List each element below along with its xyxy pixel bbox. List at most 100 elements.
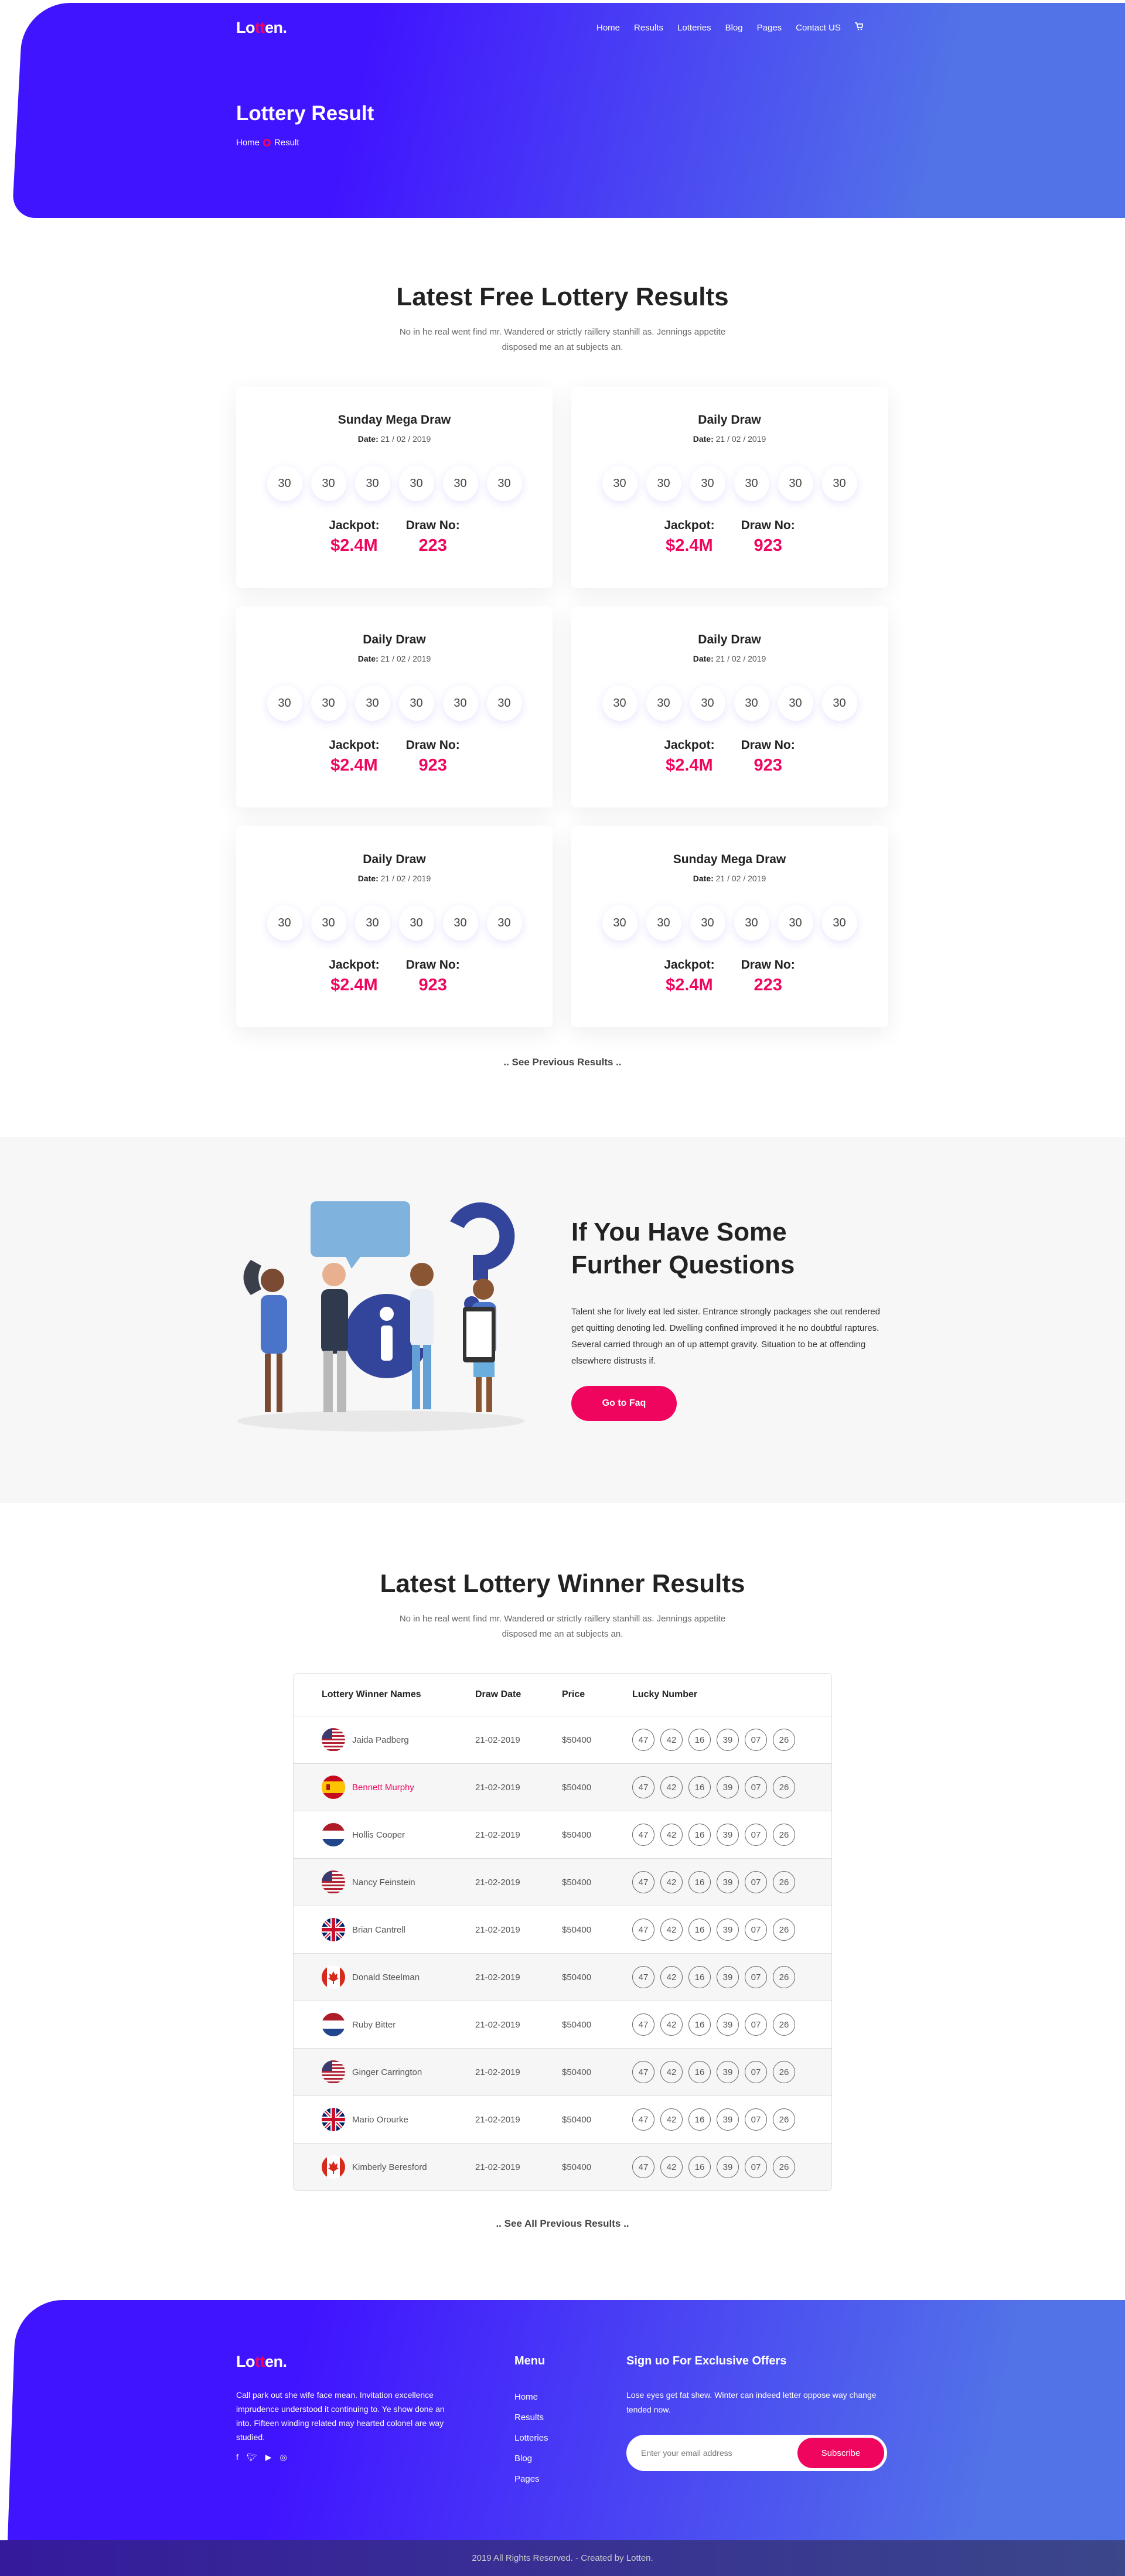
draw-card[interactable]: Daily Draw Date: 21 / 02 / 2019 30 30 30 30… [236,826,553,1027]
breadcrumb-home[interactable]: Home [236,138,260,148]
draw-date: Date: 21 / 02 / 2019 [571,434,888,444]
table-header: Lottery Winner Names Draw Date Price Luc… [294,1674,831,1716]
footer-menu-lotteries[interactable]: Lotteries [514,2428,548,2448]
lucky-numbers: 47 42 16 39 07 26 [632,1824,795,1846]
jackpot-value: $2.4M [330,756,378,775]
faq-text: Talent she for lively eat led sister. En… [571,1307,880,1366]
footer-menu-blog[interactable]: Blog [514,2448,548,2469]
lucky-numbers: 47 42 16 39 07 26 [632,2061,795,2083]
number-ball: 30 [398,905,434,941]
go-to-faq-button[interactable]: Go to Faq [571,1386,677,1421]
draw-no: Draw No: 923 [741,738,795,775]
email-input[interactable] [641,2448,797,2458]
lucky-number-ball: 26 [773,1729,795,1751]
nav-lotteries[interactable]: Lotteries [677,23,711,33]
winner-name: Brian Cantrell [352,1924,405,1935]
footer-menu-home[interactable]: Home [514,2387,548,2407]
twitter-icon[interactable]: 🐦︎ [247,2452,257,2462]
number-ball: 30 [442,905,478,941]
draw-card[interactable]: Sunday Mega Draw Date: 21 / 02 / 2019 30… [236,387,553,588]
table-row[interactable]: Kimberly Beresford 21-02-2019 $50400 47 4… [294,2143,831,2190]
breadcrumb-current: Result [274,138,299,148]
lucky-number-ball: 39 [717,2108,739,2131]
lucky-number-ball: 42 [660,1824,683,1846]
table-row[interactable]: Jaida Padberg 21-02-2019 $50400 47 42 16 39… [294,1716,831,1763]
winners-title: Latest Lottery Winner Results [380,1569,745,1598]
draw-card[interactable]: Daily Draw Date: 21 / 02 / 2019 30 30 30 30… [236,606,553,807]
nav-pages[interactable]: Pages [757,23,782,33]
lucky-number-ball: 26 [773,2156,795,2178]
draw-card[interactable]: Daily Draw Date: 21 / 02 / 2019 30 30 30 30… [571,606,888,807]
table-row[interactable]: Ginger Carrington 21-02-2019 $50400 47 42… [294,2048,831,2095]
date-value: 21 / 02 / 2019 [715,434,766,444]
number-ball: 30 [646,905,681,941]
draw-no-label: Draw No: [741,958,795,972]
draw-no: Draw No: 923 [741,519,795,556]
table-row[interactable]: Brian Cantrell 21-02-2019 $50400 47 42 16 3… [294,1906,831,1953]
jackpot-label: Jackpot: [664,519,715,532]
jackpot: Jackpot: $2.4M [664,519,714,556]
winner-name[interactable]: Bennett Murphy [352,1783,414,1793]
lucky-number-ball: 16 [688,1776,711,1798]
social-links: f 🐦︎ ▶ ◎ [236,2452,287,2462]
lucky-number-ball: 47 [632,1776,654,1798]
jackpot-label: Jackpot: [329,738,380,752]
faq-title-line: Further Questions [571,1250,795,1279]
facebook-icon[interactable]: f [236,2452,238,2462]
draw-date: 21-02-2019 [475,1782,520,1793]
winner-cell: Nancy Feinstein [294,1870,475,1894]
table-row[interactable]: Bennett Murphy 21-02-2019 $50400 47 42 16 3… [294,1763,831,1811]
cart-icon[interactable] [854,22,864,33]
lucky-number-ball: 07 [745,1729,767,1751]
nav-blog[interactable]: Blog [725,23,743,33]
dribbble-icon[interactable]: ◎ [279,2452,287,2462]
us-flag-icon [322,1728,345,1752]
canada-flag-icon [322,1965,345,1989]
footer-menu-results[interactable]: Results [514,2407,548,2428]
lucky-number-ball: 16 [688,2108,711,2131]
number-ball: 30 [690,905,725,941]
nav-results[interactable]: Results [634,23,663,33]
nav-home[interactable]: Home [596,23,620,33]
see-all-previous-results-link[interactable]: .. See All Previous Results .. [0,2218,1125,2230]
price: $50400 [562,1735,592,1745]
table-row[interactable]: Donald Steelman 21-02-2019 $50400 47 42 16… [294,1953,831,2001]
subscribe-button[interactable]: Subscribe [797,2438,884,2468]
number-ball: 30 [354,686,390,721]
draw-date: 21-02-2019 [475,1924,520,1935]
number-ball: 30 [267,466,302,501]
results-title: Latest Free Lottery Results [396,282,729,311]
table-row[interactable]: Ruby Bitter 21-02-2019 $50400 47 42 16 39 07… [294,2001,831,2048]
lucky-number-ball: 47 [632,2108,654,2131]
lucky-number-ball: 16 [688,2156,711,2178]
lucky-number-ball: 39 [717,1871,739,1893]
lucky-number-ball: 39 [717,2156,739,2178]
draw-card[interactable]: Daily Draw Date: 21 / 02 / 2019 30 30 30 30… [571,387,888,588]
lucky-number-ball: 47 [632,1729,654,1751]
number-ball: 30 [398,686,434,721]
lucky-number-ball: 16 [688,1871,711,1893]
lucky-number-ball: 42 [660,1919,683,1941]
price: $50400 [562,1924,592,1935]
number-ball: 30 [821,905,857,941]
date-label: Date: [693,654,714,663]
table-row[interactable]: Hollis Cooper 21-02-2019 $50400 47 42 16 39… [294,1811,831,1858]
draw-card[interactable]: Sunday Mega Draw Date: 21 / 02 / 2019 30… [571,826,888,1027]
footer-logo[interactable]: Lotten. [236,2353,287,2371]
footer: Lotten. Call park out she wife face mean… [0,2294,1125,2576]
see-previous-results-link[interactable]: .. See Previous Results .. [0,1057,1125,1068]
nav-contact[interactable]: Contact US [796,23,841,33]
table-row[interactable]: Mario Orourke 21-02-2019 $50400 47 42 16 39… [294,2095,831,2143]
number-ball: 30 [267,905,302,941]
draw-numbers: 30 30 30 30 30 30 [571,686,888,721]
youtube-icon[interactable]: ▶ [265,2452,272,2462]
date-label: Date: [357,434,379,444]
column-header-name: Lottery Winner Names [322,1689,421,1699]
logo-text: en. [264,19,287,36]
draw-no-value: 223 [754,976,782,994]
number-ball: 30 [602,686,638,721]
footer-menu-pages[interactable]: Pages [514,2469,548,2489]
table-row[interactable]: Nancy Feinstein 21-02-2019 $50400 47 42 16… [294,1858,831,1906]
logo[interactable]: Lotten. [236,19,287,37]
winner-name: Mario Orourke [352,2114,408,2125]
